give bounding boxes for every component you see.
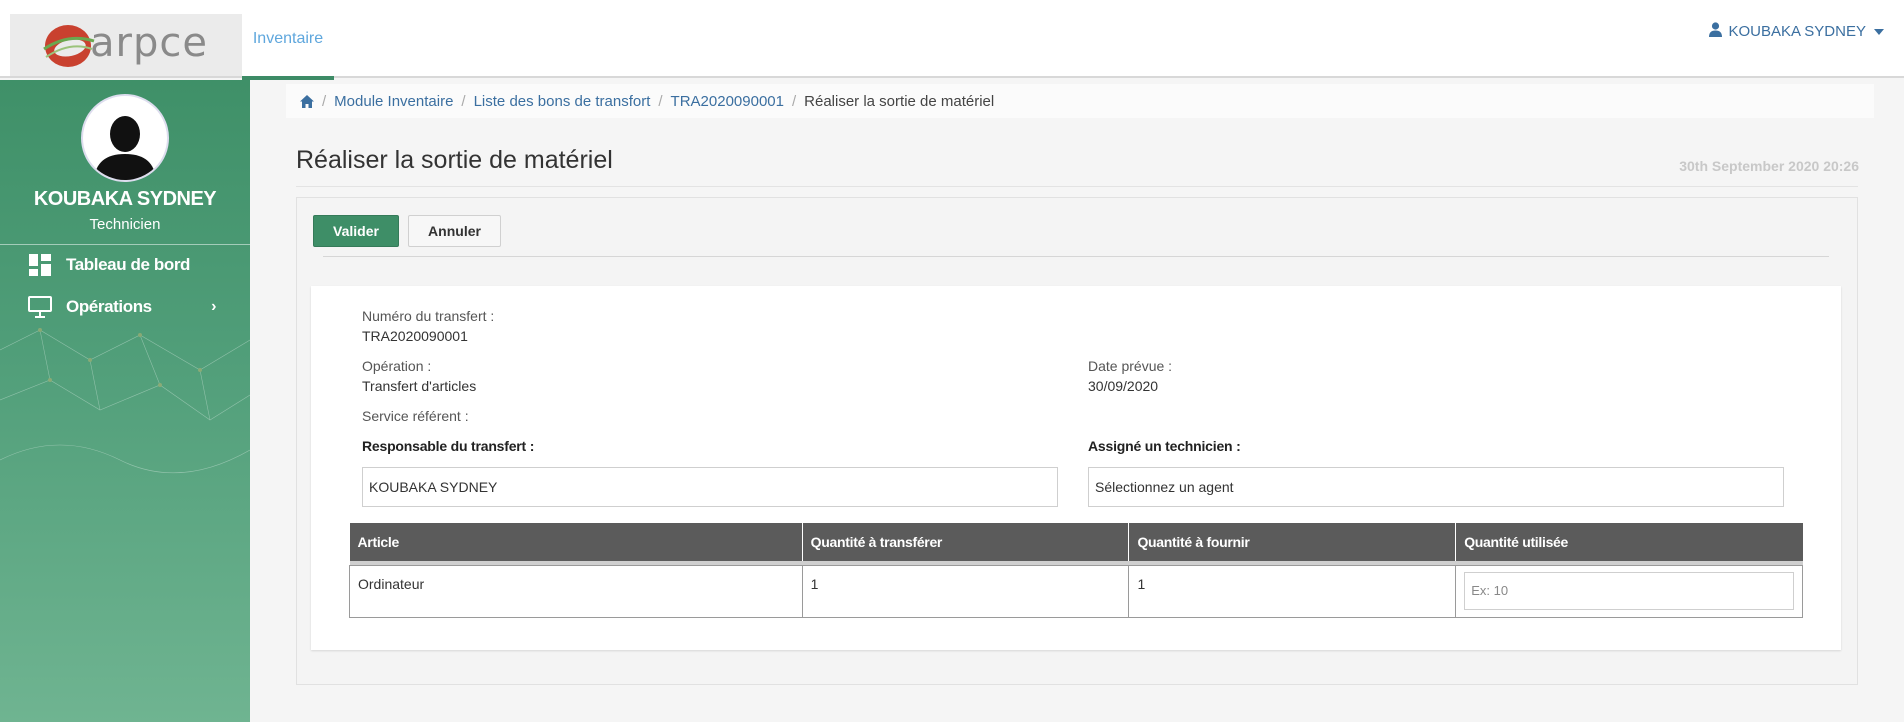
table-header-row: Article Quantité à transférer Quantité à…: [349, 523, 1803, 561]
user-silhouette-icon: [94, 116, 156, 180]
sidebar-item-tableau-de-bord[interactable]: Tableau de bord: [28, 250, 238, 280]
sidebar-item-operations[interactable]: Opérations ›: [28, 292, 238, 322]
table-row: Ordinateur 1 1 Ex: 10: [349, 564, 1803, 618]
transfer-number-label: Numéro du transfert :: [362, 308, 495, 324]
user-menu[interactable]: KOUBAKA SYDNEY: [1709, 22, 1884, 41]
monitor-icon: [28, 296, 52, 318]
technician-label: Assigné un technicien :: [1088, 438, 1241, 454]
column-header: Article: [349, 523, 803, 561]
quantity-used-input[interactable]: Ex: 10: [1464, 571, 1794, 610]
cell-qty-supply: 1: [1128, 564, 1457, 618]
responsible-field[interactable]: KOUBAKA SYDNEY: [362, 467, 1058, 507]
avatar: [81, 94, 169, 182]
transfer-card: Numéro du transfert : TRA2020090001 Opér…: [311, 286, 1841, 650]
page-title: Réaliser la sortie de matériel: [296, 146, 613, 174]
column-header: Quantité à fournir: [1128, 523, 1457, 561]
validate-button[interactable]: Valider: [313, 215, 399, 247]
technician-select[interactable]: Sélectionnez un agent: [1088, 467, 1784, 507]
operation-value: Transfert d'articles: [362, 378, 477, 394]
breadcrumb: / Module Inventaire / Liste des bons de …: [286, 84, 1874, 118]
breadcrumb-current: Réaliser la sortie de matériel: [804, 92, 995, 110]
breadcrumb-separator: /: [791, 92, 797, 110]
breadcrumb-link[interactable]: Liste des bons de transfort: [474, 93, 651, 110]
form-panel: Valider Annuler Numéro du transfert : TR…: [296, 197, 1858, 685]
breadcrumb-separator: /: [461, 92, 466, 110]
cancel-button[interactable]: Annuler: [408, 215, 501, 247]
responsible-label: Responsable du transfert :: [362, 438, 535, 454]
tab-inventaire[interactable]: Inventaire: [242, 0, 334, 80]
home-icon[interactable]: [300, 94, 314, 108]
sidebar-user-name: KOUBAKA SYDNEY: [33, 188, 217, 210]
service-label: Service référent :: [362, 408, 469, 424]
caret-down-icon: [1874, 28, 1884, 35]
cell-qty-transfer: 1: [801, 564, 1130, 618]
panel-divider: [323, 256, 1829, 257]
planned-date-label: Date prévue :: [1088, 358, 1173, 374]
chevron-right-icon: ›: [211, 298, 216, 315]
operation-label: Opération :: [362, 358, 432, 374]
cell-article: Ordinateur: [349, 564, 803, 618]
logo-swirl-icon: [40, 19, 96, 71]
sidebar-user-role: Technicien: [89, 216, 161, 233]
page-date: 30th September 2020 20:26: [1679, 158, 1859, 174]
breadcrumb-separator: /: [322, 92, 327, 110]
brand-logo[interactable]: arpce: [10, 14, 242, 76]
planned-date-value: 30/09/2020: [1088, 378, 1159, 394]
sidebar-divider: [0, 244, 250, 245]
logo-text: arpce: [90, 20, 208, 66]
breadcrumb-link[interactable]: Module Inventaire: [334, 93, 453, 110]
top-bar: arpce Inventaire KOUBAKA SYDNEY: [0, 0, 1904, 80]
network-pattern-decoration: [0, 328, 250, 474]
user-icon: [1709, 22, 1723, 41]
user-menu-name: KOUBAKA SYDNEY: [1728, 23, 1866, 40]
articles-table: Article Quantité à transférer Quantité à…: [349, 523, 1803, 618]
dashboard-icon: [28, 254, 52, 276]
breadcrumb-link[interactable]: TRA2020090001: [671, 93, 784, 110]
header-divider: [296, 186, 1858, 187]
breadcrumb-separator: /: [658, 92, 663, 110]
transfer-number-value: TRA2020090001: [362, 328, 468, 344]
sidebar-item-label: Tableau de bord: [66, 255, 191, 274]
cell-qty-used: Ex: 10: [1455, 564, 1803, 618]
column-header: Quantité à transférer: [802, 523, 1130, 561]
sidebar-item-label: Opérations: [66, 297, 152, 316]
sidebar: KOUBAKA SYDNEY Technicien Tableau de bor…: [0, 80, 250, 722]
column-header: Quantité utilisée: [1455, 523, 1803, 561]
